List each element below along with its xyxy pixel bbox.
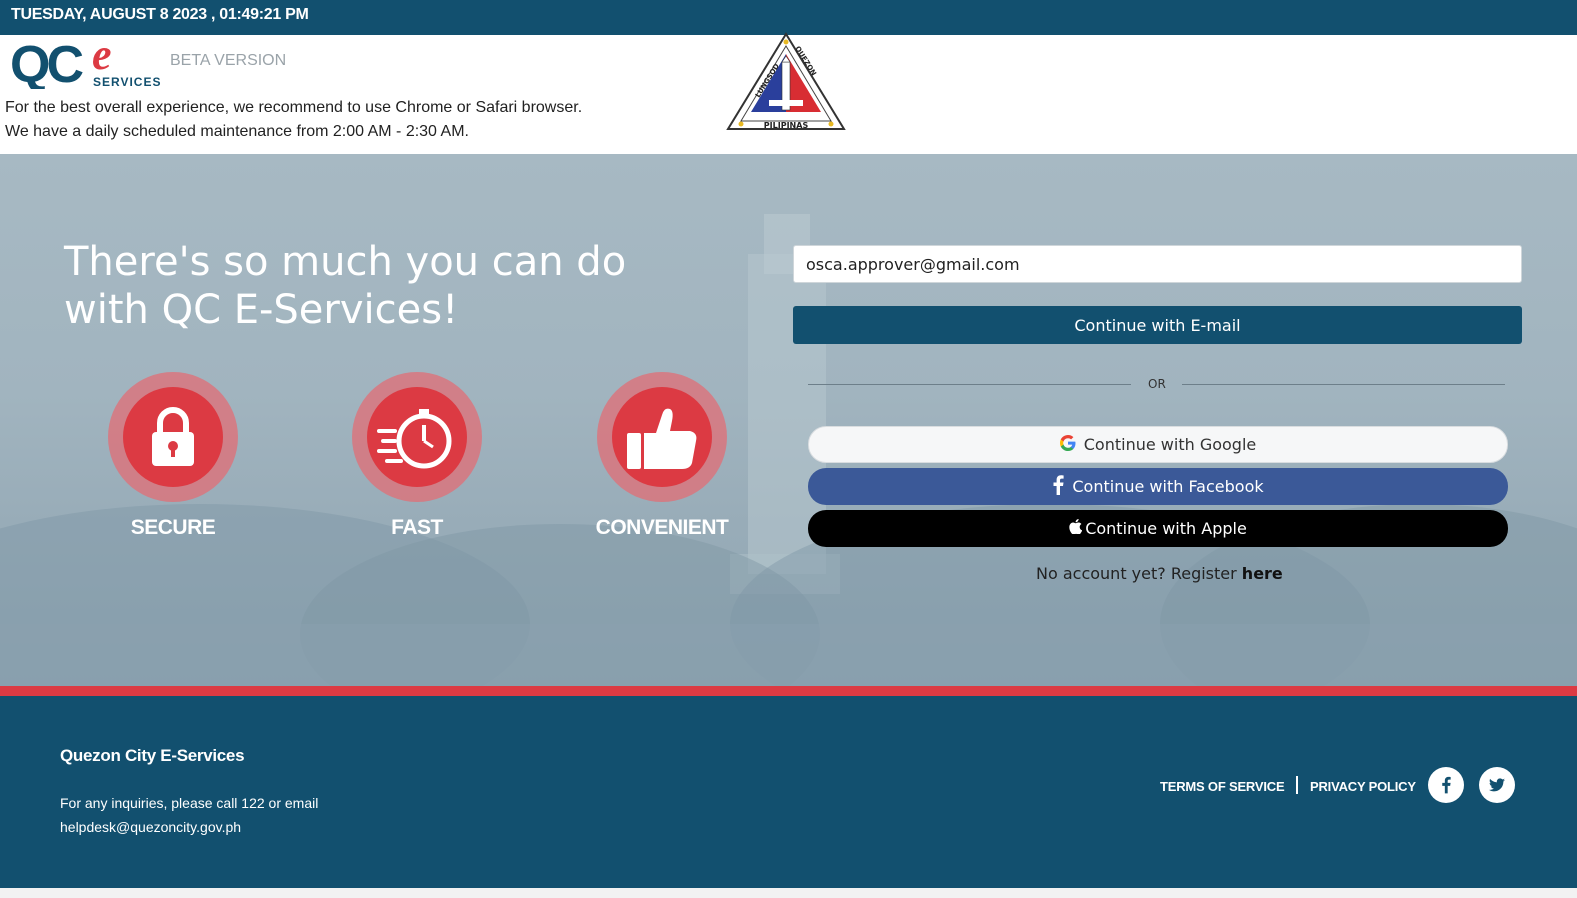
register-prompt-text: No account yet? Register (1036, 564, 1242, 583)
footer-accent-stripe (0, 686, 1577, 696)
google-icon (1059, 434, 1076, 455)
hero-headline-line2: with QC E-Services! (64, 287, 459, 333)
feature-fast: FAST (337, 372, 497, 540)
browser-recommendation-notice: For the best overall experience, we reco… (5, 99, 583, 116)
svg-text:QC: QC (10, 39, 83, 89)
register-here-link[interactable]: here (1242, 564, 1283, 583)
feature-secure: SECURE (93, 372, 253, 540)
thumbs-up-icon (627, 408, 697, 469)
svg-text:SERVICES: SERVICES (93, 75, 161, 89)
terms-of-service-link[interactable]: TERMS OF SERVICE (1160, 779, 1285, 794)
feature-fast-label: FAST (391, 516, 443, 539)
maintenance-notice: We have a daily scheduled maintenance fr… (5, 123, 469, 140)
hero-section: There's so much you can do with QC E-Ser… (0, 154, 1577, 686)
hero-headline: There's so much you can do with QC E-Ser… (64, 238, 704, 334)
footer-inquiry-text: For any inquiries, please call 122 or em… (60, 795, 319, 811)
quezon-city-seal: PILIPINAS LUNGSOD QUEZON (726, 32, 846, 130)
facebook-icon (1442, 776, 1451, 794)
hero-headline-line1: There's so much you can do (64, 239, 627, 285)
footer-helpdesk-email[interactable]: helpdesk@quezoncity.gov.ph (60, 819, 241, 835)
stopwatch-icon (377, 409, 452, 469)
svg-text:PILIPINAS: PILIPINAS (764, 121, 809, 130)
continue-with-apple-button[interactable]: Continue with Apple (808, 510, 1508, 547)
current-datetime: TUESDAY, AUGUST 8 2023 , 01:49:21 PM (11, 6, 309, 23)
continue-with-email-label: Continue with E-mail (1074, 315, 1241, 335)
continue-with-email-button[interactable]: Continue with E-mail (793, 306, 1522, 344)
continue-with-facebook-button[interactable]: Continue with Facebook (808, 468, 1508, 505)
svg-text:e: e (92, 39, 112, 79)
page-bottom-edge (0, 888, 1577, 898)
date-bar: TUESDAY, AUGUST 8 2023 , 01:49:21 PM (0, 0, 1577, 35)
or-divider-right (1182, 384, 1505, 385)
qc-eservices-logo[interactable]: QC e SERVICES (10, 39, 165, 89)
continue-with-google-button[interactable]: Continue with Google (808, 426, 1508, 463)
email-input[interactable] (793, 245, 1522, 283)
site-footer: Quezon City E-Services For any inquiries… (0, 696, 1577, 898)
footer-link-separator (1296, 776, 1298, 794)
padlock-icon (152, 407, 194, 466)
footer-twitter-button[interactable] (1479, 767, 1515, 803)
continue-with-facebook-label: Continue with Facebook (1072, 477, 1264, 496)
register-prompt: No account yet? Register here (1036, 564, 1283, 583)
facebook-icon (1052, 474, 1064, 499)
continue-with-apple-label: Continue with Apple (1085, 519, 1247, 538)
apple-icon (1069, 519, 1083, 538)
or-divider-left (808, 384, 1131, 385)
or-divider-label: OR (1148, 377, 1166, 391)
footer-title: Quezon City E-Services (60, 746, 245, 765)
beta-version-label: BETA VERSION (170, 52, 287, 69)
footer-facebook-button[interactable] (1428, 767, 1464, 803)
feature-convenient-label: CONVENIENT (595, 516, 729, 539)
site-header: QC e SERVICES BETA VERSION For the best … (0, 32, 1577, 154)
continue-with-google-label: Continue with Google (1083, 435, 1257, 454)
feature-secure-label: SECURE (130, 516, 216, 539)
feature-convenient: CONVENIENT (582, 372, 742, 540)
feature-secure-badge (108, 372, 238, 502)
feature-convenient-badge (597, 372, 727, 502)
feature-fast-badge (352, 372, 482, 502)
twitter-icon (1489, 778, 1505, 792)
privacy-policy-link[interactable]: PRIVACY POLICY (1310, 779, 1416, 794)
